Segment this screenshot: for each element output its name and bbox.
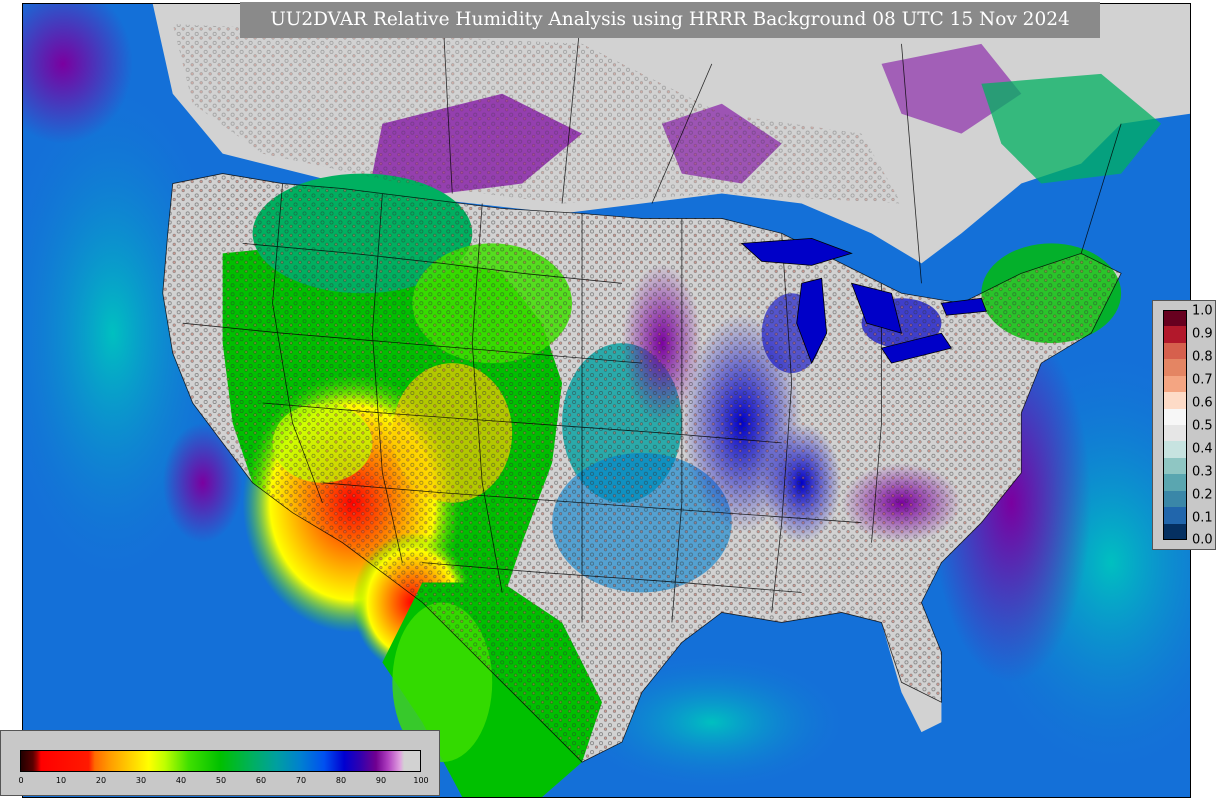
humidity-map-svg [23,4,1190,797]
rh-tick-20: 20 [95,776,107,785]
rh-tick-30: 30 [135,776,147,785]
ratio-tick-0-9: 0.9 [1192,326,1213,342]
ratio-tick-0-7: 0.7 [1192,372,1213,388]
ratio-colorbar: 1.0 0.9 0.8 0.7 0.6 0.5 0.4 0.3 0.2 0.1 … [1152,300,1216,550]
rh-tick-10: 10 [55,776,67,785]
ratio-tick-0-4: 0.4 [1192,441,1213,457]
rh-tick-70: 70 [295,776,307,785]
ratio-tick-1-0: 1.0 [1192,303,1213,319]
rh-tick-0: 0 [18,776,24,785]
rh-colorbar-gradient [20,750,421,772]
ratio-tick-0-0: 0.0 [1192,532,1213,548]
ratio-tick-0-5: 0.5 [1192,418,1213,434]
ratio-tick-0-6: 0.6 [1192,395,1213,411]
rh-tick-90: 90 [375,776,387,785]
ratio-tick-0-2: 0.2 [1192,487,1213,503]
ratio-tick-0-3: 0.3 [1192,464,1213,480]
rh-tick-40: 40 [175,776,187,785]
page: UU2DVAR Relative Humidity Analysis using… [0,0,1216,800]
ratio-colorbar-outline [1163,310,1187,540]
map-title: UU2DVAR Relative Humidity Analysis using… [240,2,1100,38]
rh-tick-80: 80 [335,776,347,785]
humidity-map [22,3,1191,798]
rh-tick-60: 60 [255,776,267,785]
rh-colorbar: 0 10 20 30 40 50 60 70 80 90 100 [0,730,440,796]
ratio-tick-0-8: 0.8 [1192,349,1213,365]
rh-tick-100: 100 [413,776,429,785]
ratio-tick-0-1: 0.1 [1192,510,1213,526]
rh-tick-50: 50 [215,776,227,785]
